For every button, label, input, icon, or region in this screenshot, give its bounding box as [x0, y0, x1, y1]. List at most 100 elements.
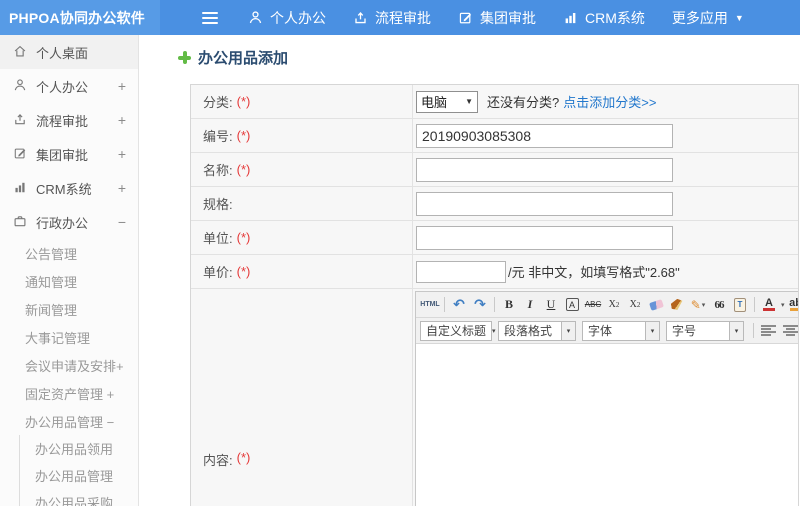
spec-input[interactable]: [416, 191, 673, 216]
sidebar-item-label: CRM系统: [36, 181, 92, 197]
bold-button[interactable]: B: [499, 295, 519, 315]
category-label: 分类:: [203, 95, 233, 110]
sidebar-item-workflow-approval[interactable]: 流程审批 +: [0, 103, 138, 137]
user-icon: [13, 78, 27, 95]
heading-select[interactable]: 自定义标题 ▾: [420, 320, 496, 341]
italic-button[interactable]: I: [520, 295, 540, 315]
paragraph-format-select[interactable]: 段落格式 ▾: [498, 320, 576, 341]
sidebar-item-news[interactable]: 新闻管理: [0, 295, 138, 323]
redo-icon[interactable]: ↷: [470, 295, 490, 315]
sidebar-item-desktop[interactable]: 个人桌面: [0, 35, 138, 69]
expand-plus-icon[interactable]: +: [118, 78, 126, 94]
hamburger-icon[interactable]: [202, 11, 218, 24]
superscript-button[interactable]: X2: [604, 295, 624, 315]
required-marker: (*): [236, 264, 251, 279]
required-marker: (*): [236, 162, 251, 177]
sidebar-item-memorabilia[interactable]: 大事记管理: [0, 323, 138, 351]
sidebar-item-announcements[interactable]: 公告管理: [0, 239, 138, 267]
sidebar-item-office-supplies[interactable]: 办公用品管理 −: [0, 407, 138, 435]
nav-item-crm[interactable]: CRM系统: [563, 8, 645, 28]
caret-down-icon[interactable]: ▾: [781, 301, 785, 309]
form-row-unit: 单位: (*): [191, 221, 798, 255]
required-marker: (*): [236, 128, 251, 143]
name-label: 名称:: [203, 163, 233, 178]
font-color-button[interactable]: A: [759, 295, 779, 315]
sidebar-item-label: 个人桌面: [36, 45, 89, 61]
source-code-button[interactable]: HTML: [420, 295, 440, 315]
add-category-link[interactable]: 点击添加分类>>: [563, 92, 656, 111]
sidebar-item-admin-office[interactable]: 行政办公 −: [0, 205, 138, 239]
align-left-icon[interactable]: [761, 324, 776, 337]
category-select[interactable]: 电脑 ▼: [416, 90, 478, 113]
undo-icon[interactable]: ↶: [449, 295, 469, 315]
form-row-name: 名称: (*): [191, 153, 798, 187]
workflow-icon: [13, 112, 27, 129]
nav-label: CRM系统: [585, 9, 645, 26]
expand-plus-icon[interactable]: +: [118, 112, 126, 128]
nav-label: 流程审批: [375, 9, 431, 26]
nav-item-group-approval[interactable]: 集团审批: [458, 8, 536, 28]
format-painter-button[interactable]: [667, 295, 687, 315]
form-row-price: 单价: (*) /元 非中文，如填写格式"2.68": [191, 255, 798, 289]
sidebar-item-crm[interactable]: CRM系统 +: [0, 171, 138, 205]
caret-down-icon: ▼: [734, 12, 744, 23]
expand-plus-icon[interactable]: +: [118, 180, 126, 196]
sidebar-item-supplies-purchase[interactable]: 办公用品采购: [20, 489, 138, 506]
nav-item-personal-office[interactable]: 个人办公: [248, 8, 326, 28]
paste-plain-button[interactable]: T: [730, 295, 750, 315]
sidebar-item-meetings[interactable]: 会议申请及安排+: [0, 351, 138, 379]
sidebar: 个人桌面 个人办公 + 流程审批 + 集团审批 + CRM系统 + 行政办公 −: [0, 35, 139, 506]
font-size-select[interactable]: 字号 ▾: [666, 320, 744, 341]
page-title-text: 办公用品添加: [198, 50, 289, 67]
highlight-color-button[interactable]: ab: [786, 295, 798, 315]
form-row-category: 分类: (*) 电脑 ▼ 还没有分类? 点击添加分类>>: [191, 85, 798, 119]
code-input[interactable]: [416, 123, 673, 148]
rich-text-editor: HTML ↶ ↷ B I U A ABC X2 X2 ∞✎▾ 66 T: [415, 291, 798, 506]
app-logo: PHPOA协同办公软件: [0, 0, 160, 35]
font-family-select[interactable]: 字体 ▾: [582, 320, 660, 341]
underline-button[interactable]: U: [541, 295, 561, 315]
unit-input[interactable]: [416, 225, 673, 250]
sidebar-item-supplies-manage[interactable]: 办公用品管理: [20, 462, 138, 489]
form-row-code: 编号: (*): [191, 119, 798, 153]
caret-down-icon: ▾: [645, 321, 659, 340]
sidebar-item-fixed-assets[interactable]: 固定资产管理 +: [0, 379, 138, 407]
editor-toolbar-row2: 自定义标题 ▾ 段落格式 ▾ 字体 ▾ 字号 ▾: [416, 318, 798, 344]
topbar: PHPOA协同办公软件 个人办公 流程审批 集团审批 CRM系统 更多应用 ▼: [0, 0, 800, 35]
office-supplies-submenu: 办公用品领用 办公用品管理 办公用品采购: [19, 435, 138, 506]
blockquote-button[interactable]: 66: [709, 295, 729, 315]
quick-format-button[interactable]: ∞✎▾: [688, 295, 708, 315]
bar-chart-icon: [563, 10, 578, 25]
content-label: 内容:: [203, 453, 233, 468]
form-row-content: 内容: (*) HTML ↶ ↷ B I U A ABC X2 X2 ✎ ▾ 6…: [191, 289, 798, 506]
collapse-minus-icon[interactable]: −: [118, 214, 126, 230]
subscript-button[interactable]: X2: [625, 295, 645, 315]
nav-item-more-apps[interactable]: 更多应用 ▼: [672, 8, 744, 28]
sidebar-item-supplies-claim[interactable]: 办公用品领用: [20, 435, 138, 462]
editor-content[interactable]: [416, 344, 798, 506]
sidebar-item-notices[interactable]: 通知管理: [0, 267, 138, 295]
strikethrough-button[interactable]: ABC: [583, 295, 603, 315]
page-title: 办公用品添加: [178, 47, 288, 68]
required-marker: (*): [236, 230, 251, 245]
edit-icon: [13, 146, 27, 163]
expand-plus-icon[interactable]: +: [118, 146, 126, 162]
nav-label: 个人办公: [270, 9, 326, 26]
align-center-icon[interactable]: [783, 324, 798, 337]
nav-label: 更多应用: [671, 9, 728, 26]
caret-down-icon: ▾: [701, 301, 706, 309]
price-input[interactable]: [416, 260, 506, 283]
eraser-icon: [648, 298, 664, 311]
font-style-button[interactable]: A: [565, 298, 579, 311]
name-input[interactable]: [416, 157, 673, 182]
briefcase-icon: [13, 214, 27, 231]
required-marker: (*): [236, 94, 251, 109]
nav-item-workflow-approval[interactable]: 流程审批: [353, 8, 431, 28]
sidebar-item-group-approval[interactable]: 集团审批 +: [0, 137, 138, 171]
caret-down-icon: ▾: [561, 321, 575, 340]
remove-format-button[interactable]: [646, 295, 666, 315]
caret-down-icon: ▾: [729, 321, 743, 340]
sidebar-item-label: 流程审批: [36, 113, 89, 129]
clipboard-icon: T: [734, 297, 746, 312]
sidebar-item-personal-office[interactable]: 个人办公 +: [0, 69, 138, 103]
